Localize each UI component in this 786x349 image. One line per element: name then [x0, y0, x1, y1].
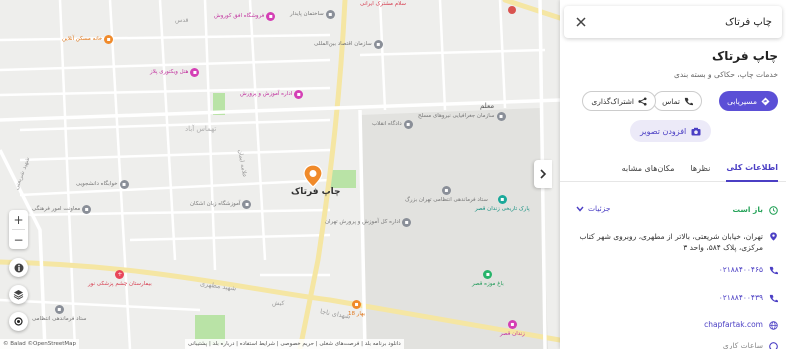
more-row[interactable]: ساعات کاری	[566, 341, 778, 349]
building-icon: ▪	[496, 112, 506, 121]
poi-bahar[interactable]: ▪ بهار 18	[348, 300, 365, 318]
clock-icon	[769, 206, 778, 215]
map-view[interactable]: معلم شهید مطهری شهدای ناجا علامه ایمان ت…	[0, 0, 560, 349]
restaurant-icon: ▪	[352, 300, 362, 309]
police-icon: ▪	[54, 305, 64, 314]
phone-icon	[684, 97, 693, 105]
poi-farhangi[interactable]: ▪ معاونت امور فرهنگی	[32, 205, 92, 214]
poi-payedar[interactable]: ▪ ساختمان پایدار	[290, 10, 335, 19]
poi-hotel[interactable]: ▪ هتل ویکتوری پلاز	[150, 68, 200, 77]
poi-park-ghasr[interactable]: ▪ پارک تاریخی زندان قصر	[475, 195, 530, 213]
poi-bagh-muzeh[interactable]: ▪ باغ موزه قصر	[472, 270, 504, 288]
poi-khabgah[interactable]: ▪ خوابگاه دانشجویی	[76, 180, 129, 189]
footer-links[interactable]: دانلود برنامه بلد | فرصت‌های شغلی | حریم…	[185, 339, 404, 349]
poi-salam[interactable]: سلام مشترک ایرانی	[360, 1, 406, 8]
layers-button[interactable]	[9, 285, 28, 304]
map-attribution: © Balad ©OpenStreetMap	[0, 339, 80, 349]
poi-ofogh[interactable]: ▪ فروشگاه افق کوروش	[214, 12, 276, 21]
chevron-down-icon	[576, 206, 584, 212]
poi-setad[interactable]: ▪ ستاد فرماندهی انتظامی	[32, 305, 87, 323]
place-pin-label: چاپ فرتاک	[291, 187, 341, 197]
poi-eqtesad[interactable]: ▪ سازمان اقتصاد بین‌المللی	[314, 40, 383, 49]
share-button[interactable]: اشتراک‌گذاری	[582, 91, 656, 111]
close-icon	[576, 17, 586, 27]
phone-row-2[interactable]: ۰۲۱۸۸۴۰۰۴۳۹	[566, 293, 778, 303]
place-description: خدمات چاپ، حکاکی و بسته بندی	[674, 70, 778, 79]
camera-icon	[691, 127, 701, 135]
police-icon: ▪	[441, 186, 451, 195]
poi-maskan[interactable]: ▪ خانه مسکن آنلاین	[62, 35, 114, 44]
info-icon	[14, 263, 23, 272]
globe-icon	[769, 321, 778, 330]
add-photo-button[interactable]: افزودن تصویر	[630, 120, 712, 142]
landmark-icon: ▪	[507, 320, 517, 329]
tab-reviews[interactable]: نظرها	[690, 156, 710, 182]
place-panel: چاپ فرتاک چاپ فرتاک خدمات چاپ، حکاکی و ب…	[560, 0, 786, 349]
info-button[interactable]	[9, 258, 28, 277]
zoom-out-button[interactable]: −	[9, 230, 28, 249]
address-row[interactable]: تهران، خیابان شریعتی، بالاتر از مطهری، ر…	[566, 231, 778, 253]
layers-icon	[13, 290, 24, 300]
phone-number-1[interactable]: ۰۲۱۸۸۴۰۰۴۶۵	[719, 265, 763, 274]
shop-icon: ▪	[266, 12, 276, 21]
chevron-right-icon	[540, 169, 547, 179]
search-input[interactable]: چاپ فرتاک	[725, 17, 772, 28]
phone-number-2[interactable]: ۰۲۱۸۸۴۰۰۴۳۹	[719, 293, 763, 302]
building-icon: ▪	[82, 205, 92, 214]
poi-hospital[interactable]: + بیمارستان چشم پزشکی نور	[88, 270, 152, 288]
building-icon: ▪	[325, 10, 335, 19]
zoom-in-button[interactable]: +	[9, 210, 28, 229]
school-icon: ▪	[242, 200, 252, 209]
court-icon: ▪	[403, 120, 413, 129]
phone-icon	[769, 266, 778, 275]
close-button[interactable]	[574, 15, 588, 29]
poi-joghrafia[interactable]: ▪ سازمان جغرافیایی نیروهای مسلح	[418, 112, 506, 121]
hospital-icon: +	[115, 270, 125, 279]
address-text: تهران، خیابان شریعتی، بالاتر از مطهری، ر…	[579, 232, 763, 252]
location-icon	[770, 232, 777, 241]
crosshair-icon	[14, 317, 23, 326]
app-root: { "map": { "place_pin_label": "چاپ فرتاک…	[0, 0, 786, 349]
locate-me-button[interactable]	[9, 312, 28, 331]
park-icon: ▪	[483, 270, 493, 279]
website-row[interactable]: chapfartak.com	[566, 320, 778, 330]
map-base	[0, 0, 560, 349]
clock-icon	[769, 342, 778, 349]
poi-zaban[interactable]: ▪ آموزشگاه زبان اشکان	[190, 200, 252, 209]
details-toggle[interactable]: جزئیات	[576, 204, 610, 213]
open-status: باز است	[732, 205, 763, 214]
hotel-icon: ▪	[190, 68, 200, 77]
place-title: چاپ فرتاک	[711, 49, 778, 63]
poi-dadgah[interactable]: ▪ دادگاه انقلاب	[372, 120, 413, 129]
phone-icon	[769, 294, 778, 303]
street-label-north: قدس	[175, 17, 189, 24]
place-pin-icon[interactable]	[303, 164, 323, 188]
museum-icon: ▪	[497, 195, 507, 204]
collapse-panel-button[interactable]	[534, 160, 552, 188]
panel-tabs: اطلاعات کلی نظرها مکان‌های مشابه	[560, 156, 786, 182]
building-icon: ▪	[373, 40, 383, 49]
restaurant-icon: ▪	[104, 35, 114, 44]
zoom-controls: + −	[9, 210, 28, 249]
poi-zendan[interactable]: ▪ زندان قصر	[500, 320, 525, 338]
poi-amoozesh[interactable]: ▪ اداره آموزش و پرورش	[240, 90, 304, 99]
poi-amoozesh-tehran[interactable]: ▪ اداره کل آموزش و پرورش تهران	[325, 218, 412, 227]
street-label-moalem: معلم	[480, 102, 495, 110]
office-icon: ▪	[294, 90, 304, 99]
building-icon: ▪	[402, 218, 412, 227]
tab-overview[interactable]: اطلاعات کلی	[726, 156, 778, 182]
tab-similar[interactable]: مکان‌های مشابه	[622, 156, 675, 182]
call-button[interactable]: تماس	[653, 91, 702, 111]
direction-icon	[761, 96, 770, 106]
website-link[interactable]: chapfartak.com	[704, 320, 763, 329]
phone-row-1[interactable]: ۰۲۱۸۸۴۰۰۴۶۵	[566, 265, 778, 275]
street-label-tahmasb: تهماس آباد	[185, 125, 217, 133]
street-label-kish: کیش	[272, 300, 285, 307]
search-bar[interactable]: چاپ فرتاک	[564, 6, 782, 38]
building-icon: ▪	[119, 180, 129, 189]
share-icon	[638, 96, 647, 106]
route-button[interactable]: مسیریابی	[719, 91, 778, 111]
